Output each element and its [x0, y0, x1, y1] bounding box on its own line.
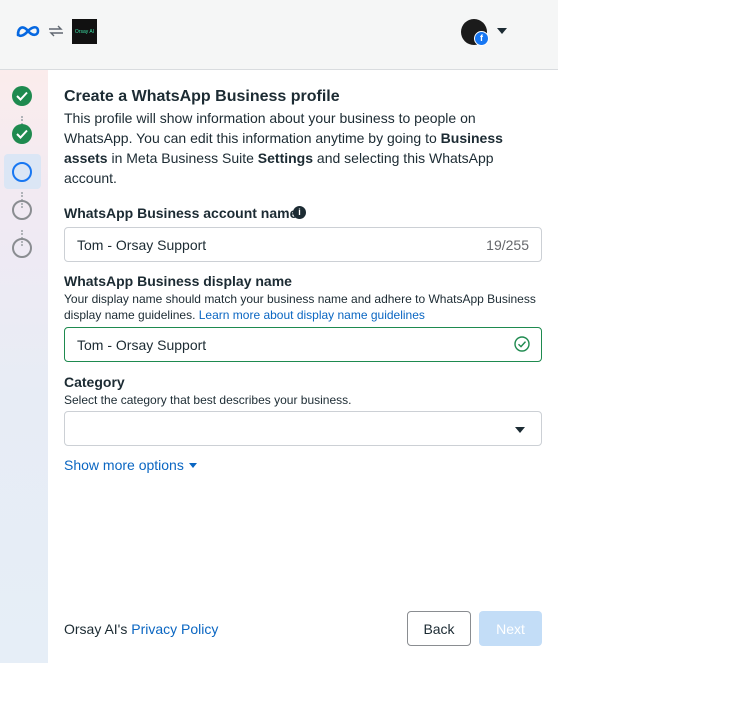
account-name-counter: 19/255 [486, 237, 529, 253]
category-help: Select the category that best describes … [64, 393, 352, 407]
step-5-pending-icon [12, 238, 32, 258]
intro-text-2: in Meta Business Suite [107, 150, 258, 166]
step-2-complete-icon [12, 124, 32, 144]
show-more-label: Show more options [64, 457, 184, 473]
top-bar: Orsay AI f [0, 0, 558, 70]
privacy-policy-link[interactable]: Privacy Policy [131, 621, 218, 637]
step-3-current-icon [12, 162, 32, 182]
page-title: Create a WhatsApp Business profile [64, 88, 340, 105]
account-name-value: Tom - Orsay Support [77, 237, 207, 253]
app-logo-text: Orsay AI [74, 28, 95, 35]
intro-text-1: This profile will show information about… [64, 110, 476, 146]
account-menu-caret-icon[interactable] [497, 28, 507, 34]
step-4-pending-icon [12, 200, 32, 220]
chevron-down-icon [515, 427, 525, 433]
display-name-value: Tom - Orsay Support [77, 337, 207, 353]
display-name-help: Your display name should match your busi… [64, 291, 544, 323]
display-name-field[interactable]: Tom - Orsay Support [64, 327, 542, 362]
caret-down-icon [188, 463, 197, 468]
facebook-badge-icon: f [474, 31, 489, 46]
category-label: Category [64, 374, 125, 390]
intro-bold-settings: Settings [257, 150, 314, 166]
account-name-label: WhatsApp Business account name [64, 205, 298, 221]
category-select[interactable] [64, 411, 542, 446]
show-more-options-link[interactable]: Show more options [64, 457, 197, 473]
sync-icon [49, 25, 63, 37]
meta-logo-icon [16, 25, 40, 38]
page-description: This profile will show information about… [64, 108, 542, 188]
onboarding-dialog: Orsay AI f Create a WhatsApp Business pr… [0, 0, 558, 663]
account-name-field[interactable]: Tom - Orsay Support 19/255 [64, 227, 542, 262]
privacy-notice: Orsay AI's Privacy Policy [64, 621, 218, 637]
app-logo: Orsay AI [72, 19, 97, 44]
step-1-complete-icon [12, 86, 32, 106]
display-name-guidelines-link[interactable]: Learn more about display name guidelines [199, 308, 425, 322]
info-icon[interactable]: i [293, 206, 306, 219]
next-button[interactable]: Next [479, 611, 542, 646]
privacy-owner: Orsay AI's [64, 621, 132, 637]
back-button[interactable]: Back [407, 611, 471, 646]
display-name-label: WhatsApp Business display name [64, 273, 292, 289]
profile-intro: Create a WhatsApp Business profile This … [64, 86, 542, 188]
valid-check-icon [514, 336, 530, 352]
